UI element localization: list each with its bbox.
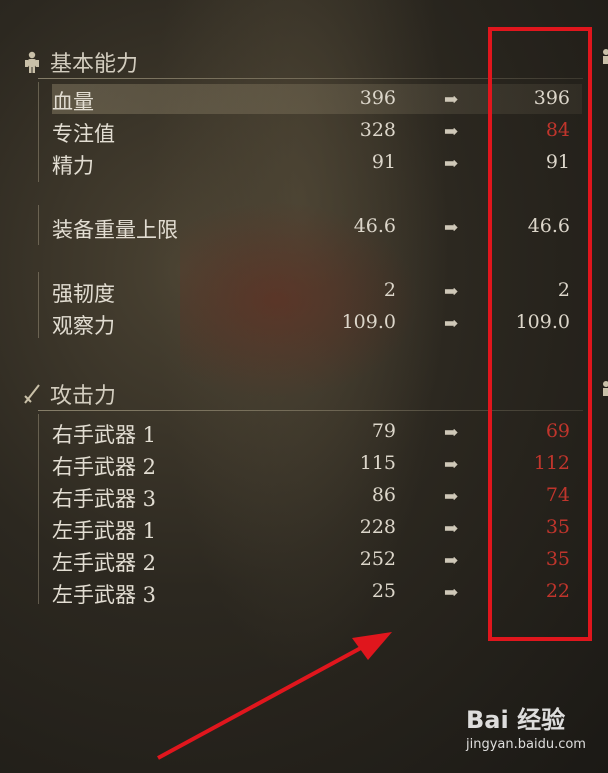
- watermark-url: jingyan.baidu.com: [466, 737, 586, 752]
- watermark-brand: Bai 经验: [466, 706, 566, 734]
- pointer-arrow-annotation: [157, 632, 392, 760]
- watermark: Bai 经验 jingyan.baidu.com: [466, 700, 586, 752]
